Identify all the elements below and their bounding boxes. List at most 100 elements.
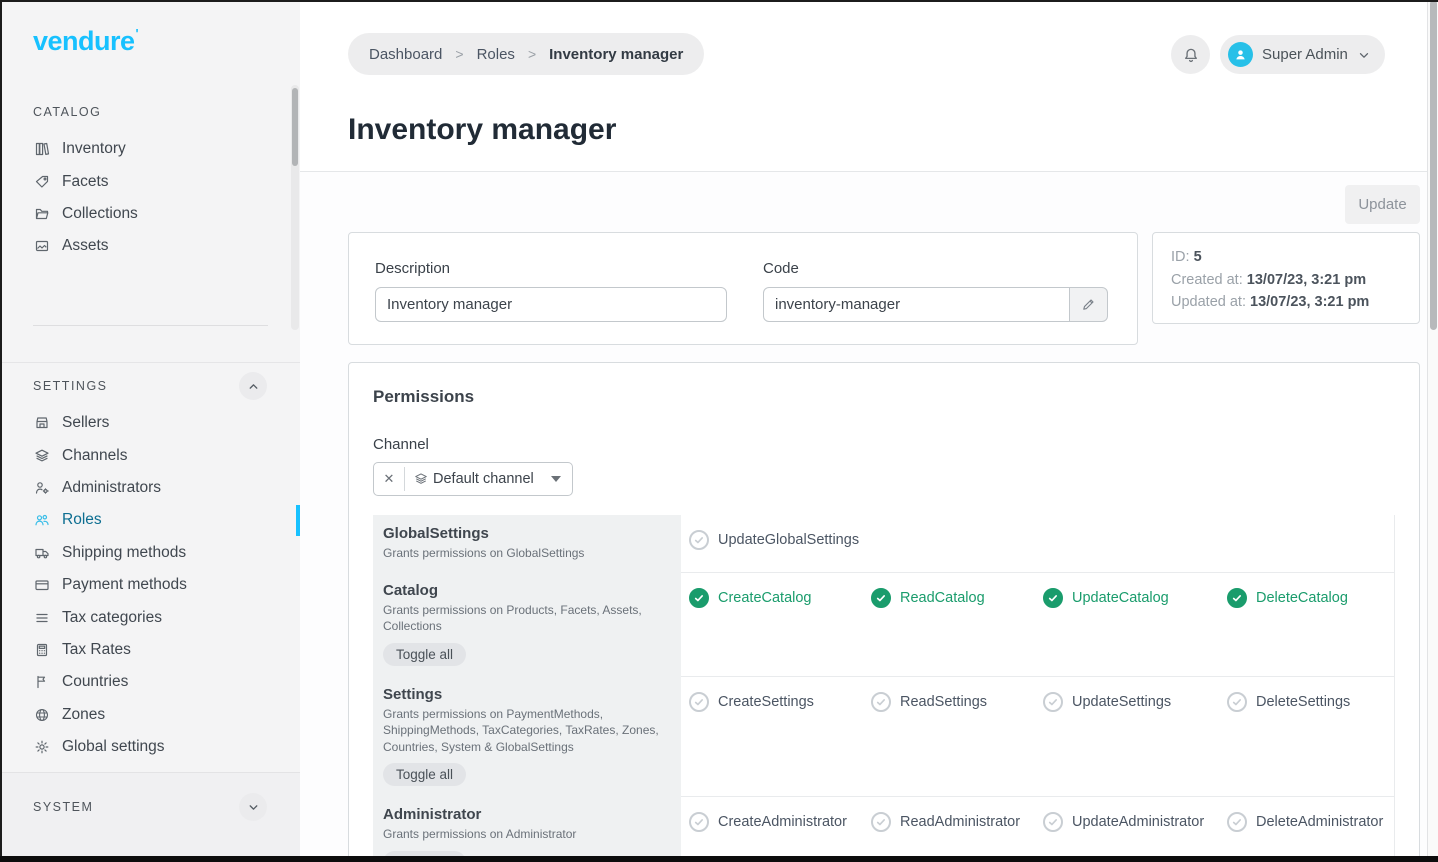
person-icon — [1233, 47, 1248, 62]
sidebar-item-payment-methods[interactable]: Payment methods — [0, 569, 300, 601]
permission-checkbox[interactable]: ReadCatalog — [871, 588, 1043, 608]
globe-icon — [33, 707, 50, 723]
description-field-group: Description — [375, 260, 727, 317]
sidebar-item-global-settings[interactable]: Global settings — [0, 731, 300, 763]
sidebar-item-sellers[interactable]: Sellers — [0, 407, 300, 439]
settings-collapse-button[interactable] — [239, 372, 267, 400]
checkbox-circle-icon — [1227, 812, 1247, 832]
permission-label: UpdateCatalog — [1072, 590, 1169, 606]
sidebar-item-label: Global settings — [62, 738, 165, 756]
permission-checkbox[interactable]: CreateAdministrator — [689, 812, 871, 832]
sidebar: vendure' CATALOG Inventory Facets Collec… — [0, 0, 300, 862]
category-description: Grants permissions on GlobalSettings — [383, 545, 665, 562]
sidebar-item-label: Assets — [62, 237, 109, 255]
sidebar-item-channels[interactable]: Channels — [0, 439, 300, 471]
sidebar-item-collections[interactable]: Collections — [0, 198, 300, 230]
permission-checkbox[interactable]: UpdateGlobalSettings — [689, 530, 871, 550]
permission-label: CreateSettings — [718, 694, 814, 710]
page-scrollbar-thumb[interactable] — [1430, 0, 1437, 330]
description-input[interactable] — [375, 287, 727, 322]
permission-checkbox[interactable]: ReadSettings — [871, 692, 1043, 712]
sidebar-item-assets[interactable]: Assets — [0, 230, 300, 262]
system-expand-button[interactable] — [239, 793, 267, 821]
folder-icon — [33, 206, 50, 222]
vendure-logo[interactable]: vendure' — [33, 26, 138, 57]
permission-checkbox[interactable]: DeleteCatalog — [1227, 588, 1394, 608]
sidebar-item-inventory[interactable]: Inventory — [0, 133, 300, 165]
permission-label: CreateAdministrator — [718, 814, 847, 830]
sidebar-item-label: Payment methods — [62, 576, 187, 594]
sidebar-section-system: SYSTEM — [0, 772, 300, 862]
sidebar-item-label: Tax Rates — [62, 641, 131, 659]
entity-info-card: ID: 5 Created at: 13/07/23, 3:21 pm Upda… — [1152, 232, 1420, 324]
page-header: Dashboard > Roles > Inventory manager Su… — [300, 0, 1438, 172]
checkbox-circle-icon — [689, 588, 709, 608]
inventory-books-icon — [33, 141, 50, 157]
chevron-right-icon: > — [528, 46, 536, 62]
logo-text: vendure — [33, 26, 135, 56]
permission-label: UpdateAdministrator — [1072, 814, 1204, 830]
permission-category: GlobalSettings Grants permissions on Glo… — [373, 515, 681, 572]
checkbox-circle-icon — [1043, 812, 1063, 832]
category-name: GlobalSettings — [383, 525, 665, 542]
gear-icon — [33, 739, 50, 755]
breadcrumb-dashboard[interactable]: Dashboard — [369, 46, 442, 63]
permission-row-administrator: Administrator Grants permissions on Admi… — [373, 796, 1394, 862]
page-title: Inventory manager — [348, 113, 616, 147]
remove-channel-button[interactable]: ✕ — [374, 471, 404, 487]
sidebar-item-label: Inventory — [62, 140, 126, 158]
notifications-button[interactable] — [1171, 35, 1210, 74]
sidebar-item-facets[interactable]: Facets — [0, 165, 300, 197]
toggle-all-button[interactable]: Toggle all — [383, 643, 466, 666]
breadcrumb-current: Inventory manager — [549, 46, 683, 63]
entity-created-row: Created at: 13/07/23, 3:21 pm — [1171, 269, 1401, 292]
sidebar-item-label: Channels — [62, 447, 128, 465]
sidebar-item-label: Facets — [62, 173, 109, 191]
checkbox-circle-icon — [1043, 588, 1063, 608]
edit-code-button[interactable] — [1070, 287, 1108, 322]
update-button[interactable]: Update — [1345, 185, 1420, 224]
sidebar-item-zones[interactable]: Zones — [0, 699, 300, 731]
permission-label: ReadSettings — [900, 694, 987, 710]
layers-icon — [414, 472, 428, 486]
permission-checkbox[interactable]: DeleteAdministrator — [1227, 812, 1394, 832]
select-caret-icon — [551, 476, 561, 482]
bell-icon — [1182, 46, 1200, 64]
sidebar-item-countries[interactable]: Countries — [0, 666, 300, 698]
permission-checkbox[interactable]: UpdateSettings — [1043, 692, 1227, 712]
sidebar-item-label: Administrators — [62, 479, 161, 497]
entity-updated-row: Updated at: 13/07/23, 3:21 pm — [1171, 291, 1401, 314]
code-input[interactable] — [763, 287, 1070, 322]
permission-label: ReadAdministrator — [900, 814, 1020, 830]
sidebar-item-roles[interactable]: Roles — [0, 504, 300, 536]
code-field-group: Code — [763, 260, 1108, 317]
sidebar-item-administrators[interactable]: Administrators — [0, 472, 300, 504]
sidebar-item-label: Roles — [62, 511, 102, 529]
permission-checkbox[interactable]: CreateSettings — [689, 692, 871, 712]
user-menu-button[interactable]: Super Admin — [1220, 35, 1385, 74]
category-description: Grants permissions on PaymentMethods, Sh… — [383, 706, 665, 756]
sidebar-item-label: Collections — [62, 205, 138, 223]
permission-checkbox[interactable]: CreateCatalog — [689, 588, 871, 608]
permission-checkbox[interactable]: UpdateCatalog — [1043, 588, 1227, 608]
category-name: Catalog — [383, 582, 665, 599]
checkbox-circle-icon — [871, 812, 891, 832]
toggle-all-button[interactable]: Toggle all — [383, 763, 466, 786]
sidebar-divider — [33, 325, 268, 326]
channel-select[interactable]: ✕ Default channel — [373, 462, 573, 496]
permission-checkbox[interactable]: DeleteSettings — [1227, 692, 1394, 712]
permission-checkbox[interactable]: ReadAdministrator — [871, 812, 1043, 832]
sidebar-scrollbar[interactable] — [291, 85, 299, 330]
user-name: Super Admin — [1262, 46, 1348, 63]
breadcrumb: Dashboard > Roles > Inventory manager — [348, 33, 704, 75]
sidebar-item-tax-categories[interactable]: Tax categories — [0, 601, 300, 633]
image-icon — [33, 238, 50, 254]
page-scrollbar[interactable] — [1427, 0, 1438, 862]
sidebar-item-shipping-methods[interactable]: Shipping methods — [0, 537, 300, 569]
sidebar-scrollbar-thumb[interactable] — [292, 88, 298, 166]
chevron-down-icon — [247, 801, 260, 814]
breadcrumb-roles[interactable]: Roles — [477, 46, 515, 63]
permission-checkbox[interactable]: UpdateAdministrator — [1043, 812, 1227, 832]
catalog-section-label: CATALOG — [0, 98, 300, 126]
sidebar-item-tax-rates[interactable]: Tax Rates — [0, 634, 300, 666]
